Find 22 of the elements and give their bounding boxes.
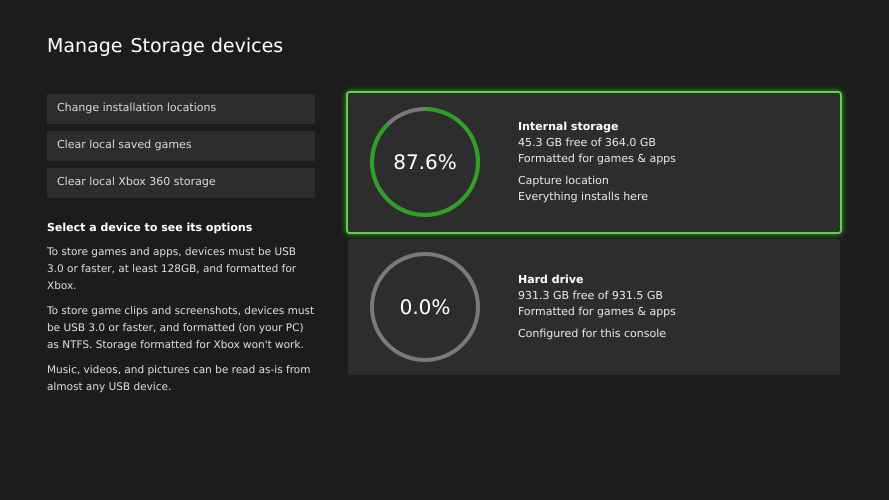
usage-percent: 87.6% xyxy=(393,149,457,176)
menu-button[interactable]: Change installation locations xyxy=(47,94,315,124)
device-detail: Formatted for games & apps xyxy=(518,151,676,167)
info-paragraph: Music, videos, and pictures can be read as-is from almost any USB device. xyxy=(47,363,312,395)
device-detail: Formatted for games & apps xyxy=(518,304,676,320)
info-paragraph: To store games and apps, devices must be USB 3.0 or faster, at least 128GB, and formatted for Xbox. xyxy=(47,245,298,294)
info-paragraph: To store game clips and screenshots, devices must be USB 3.0 or faster, and formatted (on your PC) as NTFS. Storage formatted for Xbox won't work. xyxy=(47,304,315,353)
device-detail: 931.3 GB free of 931.5 GB xyxy=(518,288,664,304)
device-detail: Everything installs here xyxy=(518,189,649,205)
menu-button[interactable]: Clear local saved games xyxy=(47,130,315,160)
device-detail: Configured for this console xyxy=(518,326,668,342)
page-title: Storage devices xyxy=(130,34,284,59)
usage-percent: 0.0% xyxy=(400,294,450,320)
device-detail: 45.3 GB free of 364.0 GB xyxy=(518,135,657,151)
storage-device-card[interactable]: 87.6% Internal storage 45.3 GB free of 364.0 GB Formatted for games & apps Capture location Everything installs here xyxy=(346,90,842,234)
device-detail: Capture location xyxy=(518,173,610,189)
info-heading: Select a device to see its options xyxy=(47,220,254,236)
device-name: Internal storage xyxy=(518,119,620,135)
device-name: Hard drive xyxy=(518,272,584,288)
storage-device-card[interactable]: 0.0% Hard drive 931.3 GB free of 931.5 GB Formatted for games & apps Configured for this console xyxy=(348,238,840,374)
menu-button[interactable]: Clear local Xbox 360 storage xyxy=(47,168,315,198)
section-title: Manage xyxy=(47,34,122,59)
